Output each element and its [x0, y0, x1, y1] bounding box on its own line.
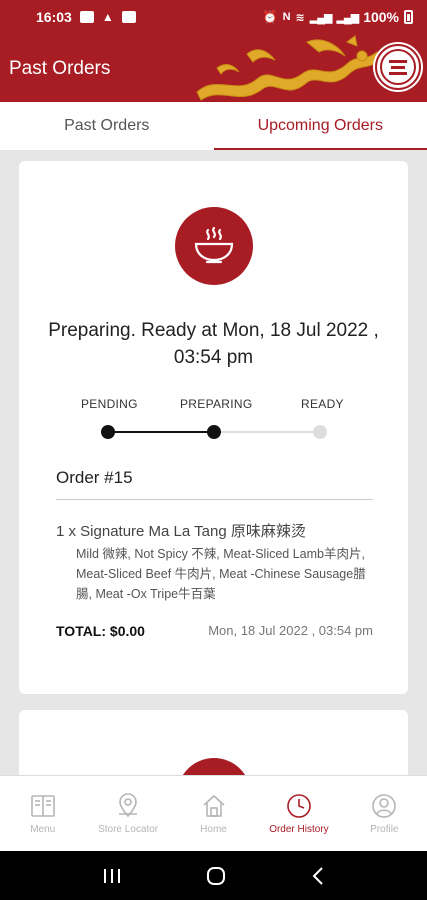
progress-line-pending [214, 431, 320, 433]
order-progress: PENDING PREPARING READY [19, 397, 408, 447]
step-dot-preparing [207, 425, 221, 439]
tab-label: Past Orders [64, 117, 150, 134]
order-item-options: Mild 微辣, Not Spicy 不辣, Meat-Sliced Lamb羊… [76, 547, 366, 601]
step-label-ready: READY [301, 397, 344, 411]
status-bar: 16:03 ▲ ⏰ N ≋ ▂▄▆ ▂▄▆ 100% [0, 0, 427, 34]
nav-home[interactable]: Home [171, 776, 256, 851]
order-tabs: Past Orders Upcoming Orders [0, 102, 427, 150]
order-number: Order #15 [56, 468, 133, 487]
order-total: TOTAL: $0.00 [56, 623, 145, 639]
page-title: Past Orders [9, 58, 111, 79]
app-bar: Past Orders [0, 34, 427, 102]
step-label-preparing: PREPARING [180, 397, 253, 411]
home-icon [202, 794, 225, 817]
alarm-icon: ⏰ [262, 10, 278, 24]
download-notification-icon [121, 11, 136, 23]
nfc-icon: N [282, 11, 291, 23]
order-card: Preparing. Ready at Mon, 18 Jul 2022 , 0… [19, 161, 408, 694]
profile-icon [372, 794, 397, 818]
nav-label-home: Home [200, 824, 227, 835]
nav-label-profile: Profile [370, 824, 399, 835]
order-datetime: Mon, 18 Jul 2022 , 03:54 pm [208, 623, 373, 638]
dragon-decoration-icon [196, 35, 382, 101]
bowl-icon [194, 226, 234, 264]
tab-label: Upcoming Orders [257, 117, 383, 134]
logo-mark-icon [389, 60, 407, 75]
nav-order-history[interactable]: Order History [256, 776, 341, 851]
nav-menu[interactable]: Menu [0, 776, 85, 851]
brand-logo [375, 44, 421, 90]
battery-icon [404, 10, 413, 24]
recent-apps-icon[interactable] [102, 867, 122, 885]
menu-book-icon [30, 795, 55, 817]
signal-icon-2: ▂▄▆ [336, 11, 359, 24]
order-status-badge [175, 207, 253, 285]
back-icon[interactable] [311, 866, 325, 886]
image-notification-icon [79, 11, 94, 23]
order-item: 1 x Signature Ma La Tang 原味麻辣烫 [56, 523, 306, 540]
map-pin-icon [119, 793, 138, 818]
nav-label-store-locator: Store Locator [98, 824, 159, 835]
warning-icon: ▲ [101, 10, 114, 24]
nav-store-locator[interactable]: Store Locator [85, 776, 170, 851]
nav-label-order-history: Order History [269, 824, 329, 835]
step-label-pending: PENDING [81, 397, 138, 411]
status-time: 16:03 [36, 9, 72, 25]
divider [56, 499, 373, 500]
nav-label-menu: Menu [30, 824, 56, 835]
progress-line-complete [108, 431, 214, 433]
step-dot-ready [313, 425, 327, 439]
nav-profile[interactable]: Profile [342, 776, 427, 851]
wifi-icon: ≋ [295, 11, 305, 24]
tab-past-orders[interactable]: Past Orders [0, 102, 214, 150]
step-dot-pending [101, 425, 115, 439]
signal-icon: ▂▄▆ [309, 11, 333, 24]
tab-upcoming-orders[interactable]: Upcoming Orders [213, 102, 427, 150]
system-navigation-bar [0, 851, 427, 900]
home-system-icon[interactable] [205, 865, 227, 887]
battery-percent: 100% [363, 9, 399, 25]
order-status-text: Preparing. Ready at Mon, 18 Jul 2022 , 0… [48, 320, 379, 368]
clock-icon [287, 794, 311, 818]
bottom-navigation: Menu Store Locator Home Order History Pr… [0, 775, 427, 851]
